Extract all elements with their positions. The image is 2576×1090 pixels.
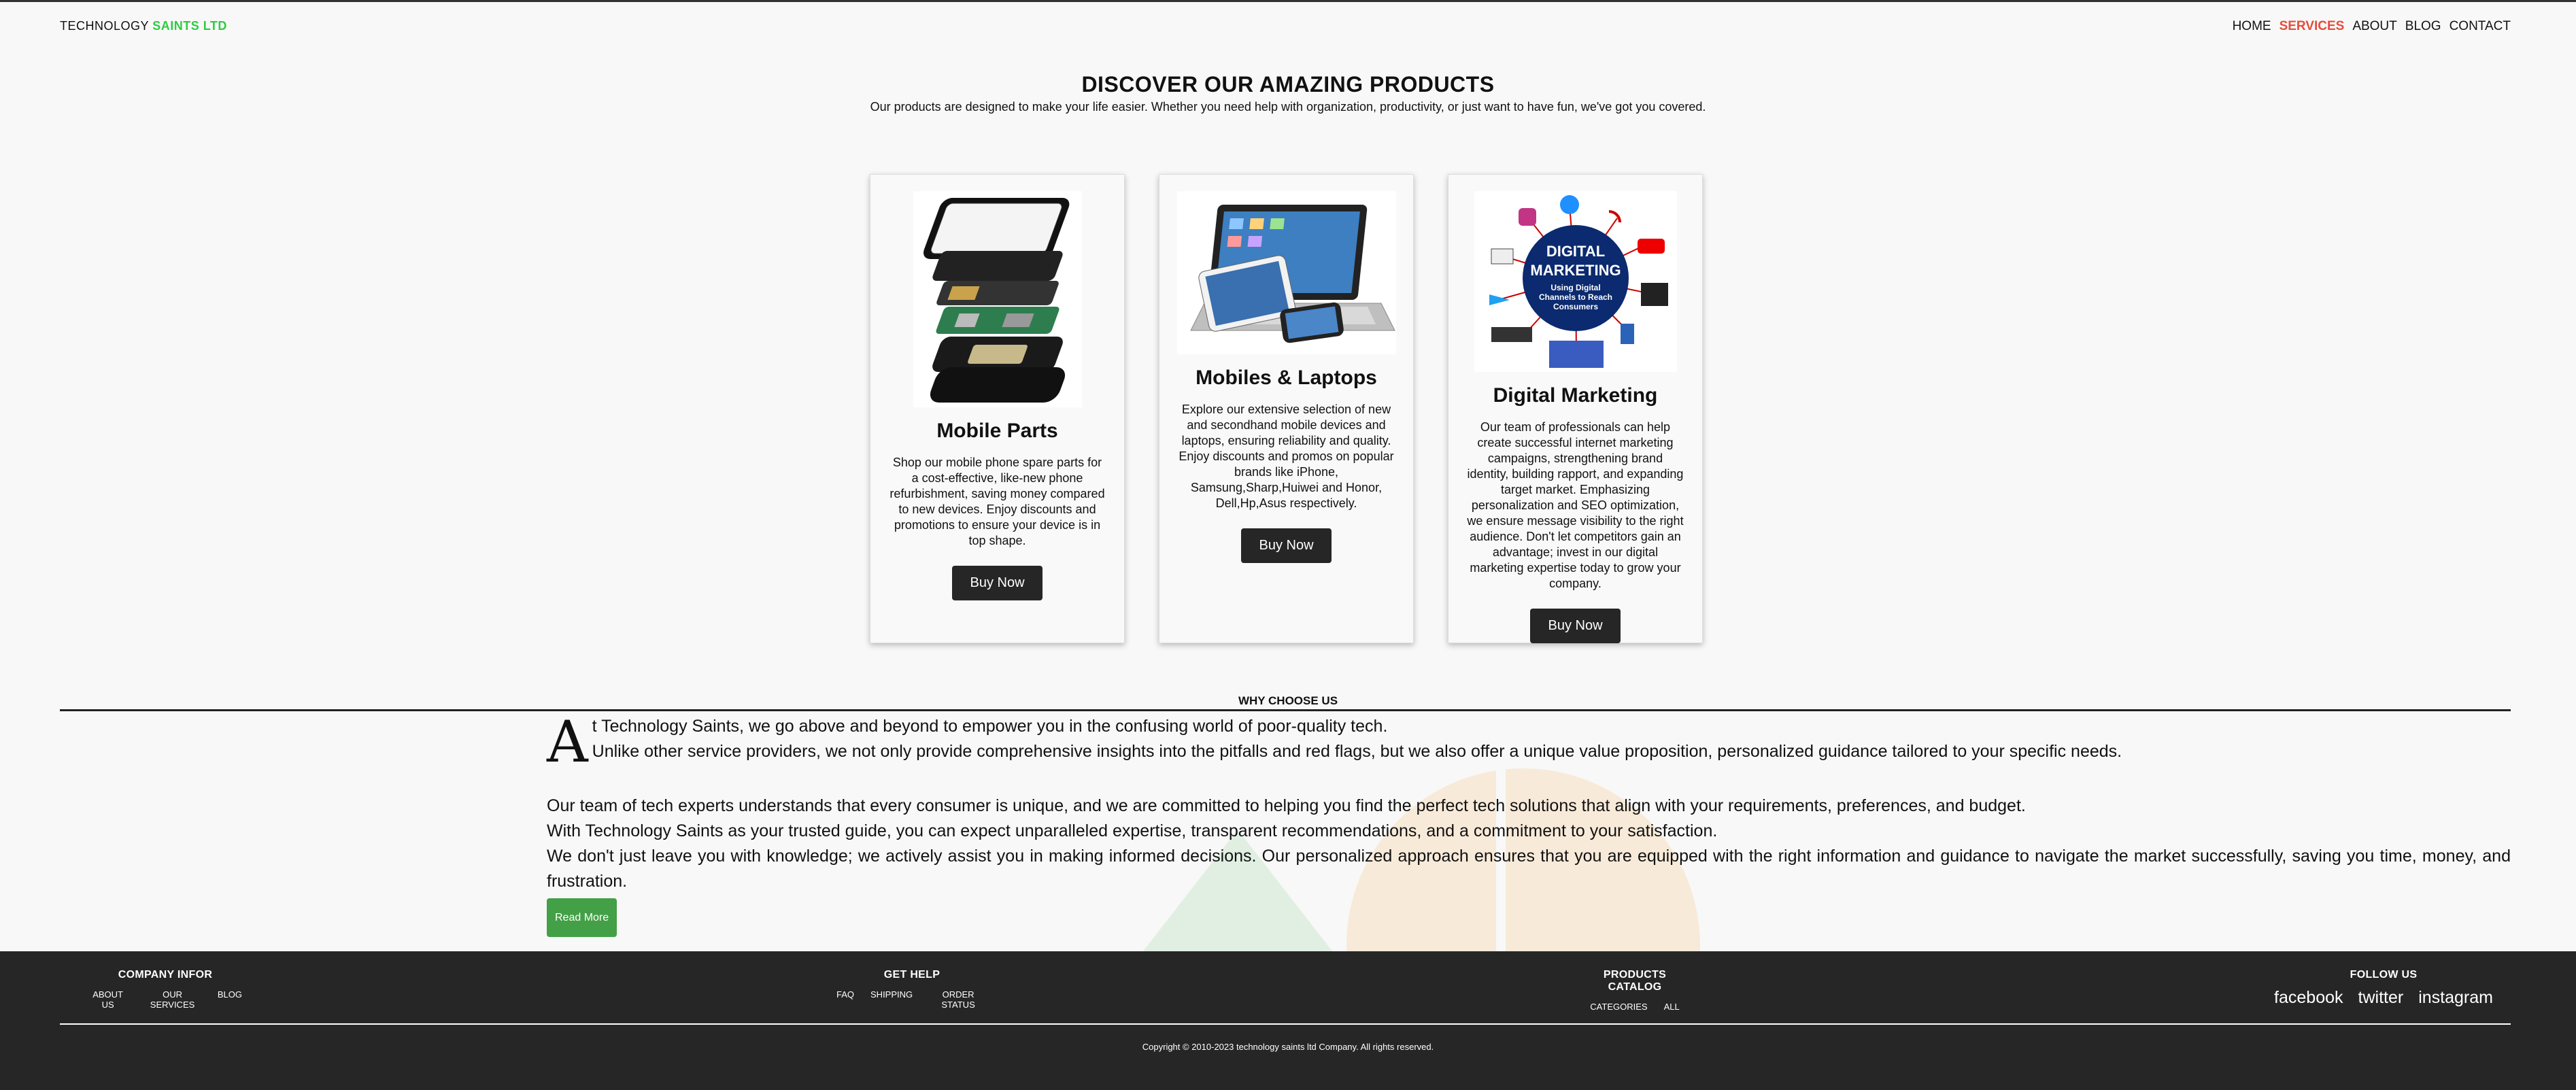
nav-services[interactable]: SERVICES — [2280, 19, 2345, 34]
nav-home[interactable]: HOME — [2233, 19, 2271, 34]
drop-cap: A — [547, 709, 588, 775]
page: TECHNOLOGY SAINTS LTD HOME SERVICES ABOU… — [0, 0, 2576, 1090]
read-more-button[interactable]: Read More — [547, 898, 617, 937]
main-nav: HOME SERVICES ABOUT BLOG CONTACT — [2233, 19, 2511, 34]
twitter-link[interactable]: twitter — [2358, 988, 2404, 1008]
card-title: Mobile Parts — [936, 420, 1058, 442]
buy-now-button[interactable]: Buy Now — [952, 566, 1043, 600]
footer-company-title: COMPANY INFOR — [118, 969, 213, 981]
footer: COMPANY INFOR ABOUT US OUR SERVICES BLOG… — [0, 951, 2576, 1090]
card-description: Shop our mobile phone spare parts for a … — [889, 456, 1105, 547]
nav-blog[interactable]: BLOG — [2405, 19, 2441, 34]
why-paragraph-2: Unlike other service providers, we not o… — [592, 742, 2122, 761]
brand-accent: SAINTS LTD — [152, 19, 227, 33]
laptop-phone-tablet-icon — [1176, 191, 1396, 354]
diagram-text-5: Consumers — [1553, 302, 1597, 311]
card-title: Mobiles & Laptops — [1196, 367, 1377, 389]
footer-link-categories[interactable]: CATEGORIES — [1590, 1002, 1647, 1012]
copyright-text: Copyright © 2010-2023 technology saints … — [1142, 1042, 1434, 1052]
why-choose-us-title: WHY CHOOSE US — [1238, 694, 1338, 707]
footer-link-our-services[interactable]: OUR SERVICES — [143, 989, 201, 1010]
buy-now-button[interactable]: Buy Now — [1530, 609, 1621, 643]
diagram-text-2: MARKETING — [1530, 262, 1621, 279]
why-paragraph-1: t Technology Saints, we go above and bey… — [592, 717, 1388, 736]
footer-help-title: GET HELP — [883, 969, 940, 981]
facebook-link[interactable]: facebook — [2274, 988, 2343, 1008]
page-subtitle: Our products are designed to make your l… — [870, 100, 1706, 114]
diagram-text-4: Channels to Reach — [1538, 292, 1612, 302]
footer-link-all[interactable]: ALL — [1664, 1002, 1680, 1012]
brand-prefix: TECHNOLOGY — [60, 19, 149, 33]
diagram-text-3: Using Digital — [1550, 283, 1600, 292]
footer-link-shipping[interactable]: SHIPPING — [870, 989, 913, 1010]
card-description: Explore our extensive selection of new a… — [1179, 403, 1394, 510]
product-card-mobile-parts: Mobile Parts Shop our mobile phone spare… — [870, 174, 1125, 643]
page-title: DISCOVER OUR AMAZING PRODUCTS — [1081, 72, 1495, 97]
why-paragraph-3: Our team of tech experts understands tha… — [547, 796, 2026, 815]
footer-help-column: GET HELP FAQ SHIPPING ORDER STATUS — [836, 969, 987, 1010]
brand-logo[interactable]: TECHNOLOGY SAINTS LTD — [60, 19, 227, 33]
product-card-digital-marketing: DIGITAL MARKETING Using Digital Channels… — [1448, 174, 1703, 643]
section-divider — [60, 709, 2511, 711]
diagram-text-1: DIGITAL — [1546, 243, 1604, 260]
footer-link-blog[interactable]: BLOG — [218, 989, 242, 1010]
why-paragraph-4: With Technology Saints as your trusted g… — [547, 821, 1718, 840]
buy-now-button[interactable]: Buy Now — [1241, 528, 1332, 563]
card-description: Our team of professionals can help creat… — [1467, 420, 1684, 590]
why-paragraph-5: We don't just leave you with knowledge; … — [547, 847, 2511, 891]
phone-parts-exploded-icon — [913, 191, 1082, 407]
header: TECHNOLOGY SAINTS LTD HOME SERVICES ABOU… — [60, 19, 2511, 39]
nav-about[interactable]: ABOUT — [2352, 19, 2396, 34]
footer-divider — [60, 1023, 2511, 1025]
footer-company-column: COMPANY INFOR ABOUT US OUR SERVICES BLOG — [88, 969, 242, 1010]
instagram-link[interactable]: instagram — [2418, 988, 2493, 1008]
footer-catalog-title: PRODUCTS CATALOG — [1603, 969, 1667, 993]
why-choose-us-body: A t Technology Saints, we go above and b… — [547, 709, 2511, 937]
footer-follow-column: FOLLOW US facebook twitter instagram — [2274, 969, 2493, 1008]
footer-catalog-column: PRODUCTS CATALOG CATEGORIES ALL — [1578, 969, 1692, 1012]
card-title: Digital Marketing — [1493, 384, 1658, 407]
footer-follow-title: FOLLOW US — [2350, 969, 2418, 981]
digital-marketing-diagram-icon: DIGITAL MARKETING Using Digital Channels… — [1474, 191, 1677, 372]
nav-contact[interactable]: CONTACT — [2450, 19, 2511, 34]
footer-link-about-us[interactable]: ABOUT US — [88, 989, 127, 1010]
product-card-mobiles-laptops: Mobiles & Laptops Explore our extensive … — [1159, 174, 1414, 643]
top-border — [0, 0, 2576, 2]
footer-link-faq[interactable]: FAQ — [836, 989, 854, 1010]
footer-link-order-status[interactable]: ORDER STATUS — [929, 989, 987, 1010]
